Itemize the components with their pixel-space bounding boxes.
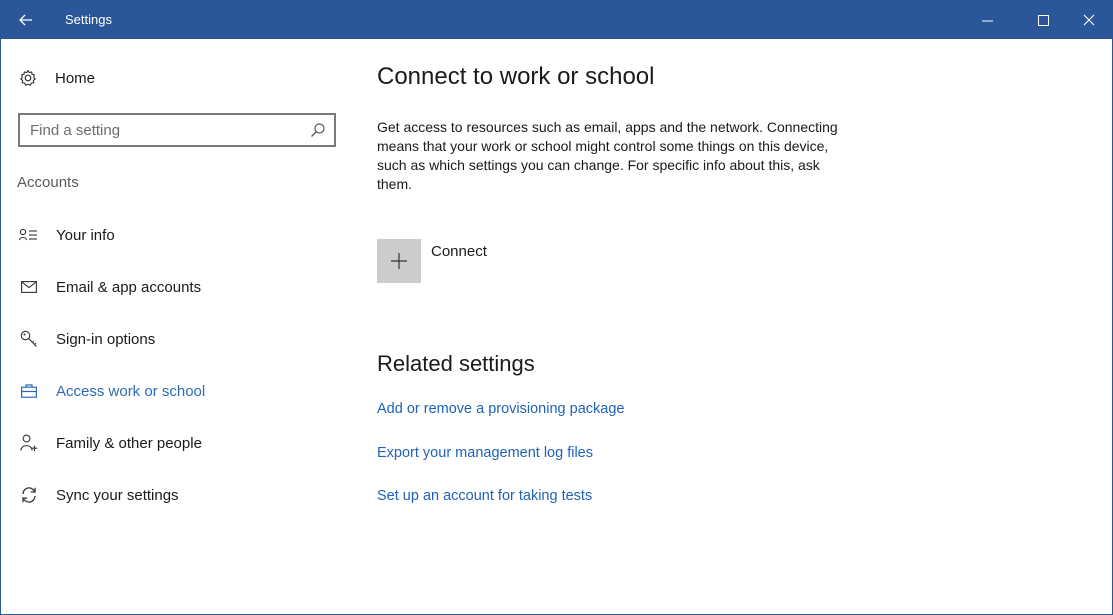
- minimize-icon: [981, 20, 993, 21]
- sidebar-item-label: Sign-in options: [56, 330, 156, 348]
- sidebar-item-sign-in-options[interactable]: Sign-in options: [19, 327, 155, 351]
- close-icon: [1083, 14, 1095, 26]
- link-provisioning-package[interactable]: Add or remove a provisioning package: [377, 401, 624, 417]
- close-button[interactable]: [1066, 1, 1112, 39]
- mail-icon: [19, 277, 39, 297]
- sidebar-item-label: Email & app accounts: [56, 278, 202, 296]
- page-description: Get access to resources such as email, a…: [377, 119, 838, 192]
- minimize-button[interactable]: [964, 1, 1010, 39]
- briefcase-icon: [19, 381, 39, 401]
- maximize-icon: [1037, 14, 1049, 26]
- sidebar-item-access-work-or-school[interactable]: Access work or school: [19, 379, 205, 403]
- home-button[interactable]: Home: [19, 67, 95, 89]
- search-icon[interactable]: [310, 122, 326, 138]
- sidebar-item-label: Sync your settings: [56, 486, 179, 504]
- maximize-button[interactable]: [1020, 1, 1066, 39]
- connect-label[interactable]: Connect: [431, 243, 487, 260]
- key-icon: [19, 329, 39, 349]
- plus-icon: [391, 253, 407, 269]
- title-bar: Settings: [1, 1, 1112, 39]
- link-export-management-logs[interactable]: Export your management log files: [377, 445, 593, 461]
- back-arrow-icon: [19, 14, 32, 26]
- gear-icon: [20, 69, 36, 86]
- related-settings-title: Related settings: [377, 351, 535, 376]
- page-title: Connect to work or school: [377, 63, 655, 90]
- search-input[interactable]: [20, 120, 312, 140]
- sidebar: Home Accounts Your info: [1, 39, 351, 614]
- link-setup-test-account[interactable]: Set up an account for taking tests: [377, 488, 592, 504]
- sidebar-item-label: Family & other people: [56, 434, 202, 452]
- sidebar-item-email-app-accounts[interactable]: Email & app accounts: [19, 275, 201, 299]
- section-heading: Accounts: [17, 174, 79, 191]
- sidebar-item-sync-your-settings[interactable]: Sync your settings: [19, 483, 179, 507]
- home-label: Home: [55, 69, 96, 87]
- your-info-icon: [19, 225, 39, 245]
- sidebar-item-family-other-people[interactable]: Family & other people: [19, 431, 202, 455]
- back-button[interactable]: [13, 7, 39, 33]
- window-title: Settings: [65, 12, 112, 27]
- search-box[interactable]: [18, 113, 336, 147]
- sidebar-item-your-info[interactable]: Your info: [19, 223, 115, 247]
- sidebar-item-label: Access work or school: [56, 382, 206, 400]
- sidebar-item-label: Your info: [56, 226, 115, 244]
- settings-window: Settings Home Find a setting Accounts Yo…: [0, 0, 1113, 615]
- connect-button[interactable]: [377, 239, 421, 283]
- sync-icon: [19, 485, 39, 505]
- add-person-icon: [19, 433, 39, 453]
